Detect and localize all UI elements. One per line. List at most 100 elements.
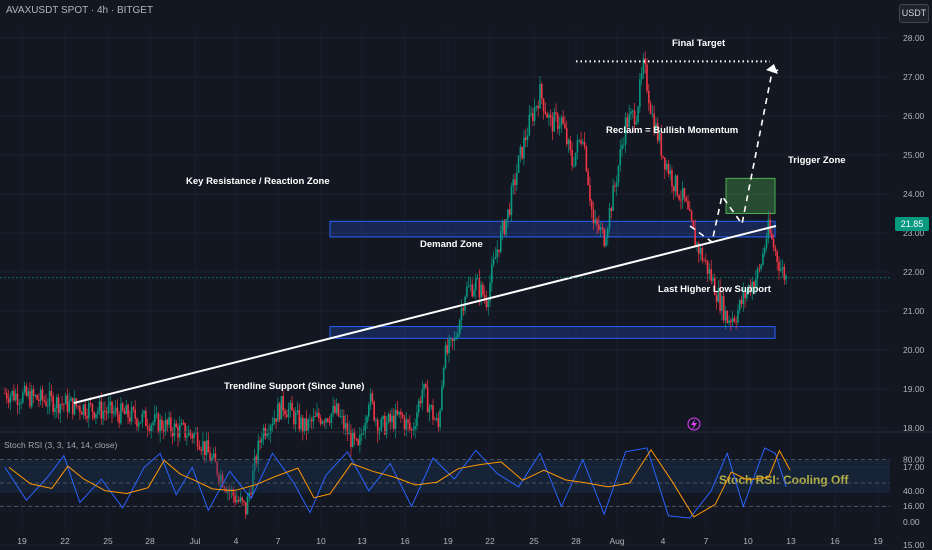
candle-body bbox=[724, 310, 727, 321]
candle-body bbox=[462, 308, 465, 311]
candle-body bbox=[715, 295, 718, 302]
candle-body bbox=[501, 221, 504, 232]
candle-body bbox=[450, 338, 452, 340]
candle-body bbox=[111, 401, 113, 414]
candle-body bbox=[728, 320, 730, 323]
candle-body bbox=[373, 401, 375, 421]
candle-body bbox=[303, 418, 306, 432]
candle-body bbox=[14, 393, 17, 401]
candle-body bbox=[7, 398, 10, 403]
candle-body bbox=[293, 410, 295, 425]
candle-body bbox=[148, 428, 151, 432]
annotation-label: Demand Zone bbox=[420, 239, 483, 250]
y-tick-label: 19.00 bbox=[903, 384, 925, 394]
candle-body bbox=[740, 300, 743, 305]
currency-button[interactable]: USDT bbox=[899, 4, 929, 23]
candle-body bbox=[266, 433, 268, 437]
candle-body bbox=[278, 403, 281, 420]
candle-body bbox=[9, 395, 12, 403]
candle-body bbox=[282, 396, 284, 411]
y-tick-label: 22.00 bbox=[903, 267, 925, 277]
candle-body bbox=[630, 111, 632, 114]
candle-body bbox=[196, 431, 199, 447]
candle-body bbox=[22, 392, 24, 403]
candle-body bbox=[722, 295, 725, 321]
candle-body bbox=[64, 395, 67, 405]
candle-body bbox=[560, 117, 563, 126]
candle-body bbox=[27, 391, 29, 396]
candle-body bbox=[36, 395, 38, 400]
candle-body bbox=[453, 338, 456, 342]
candle-body bbox=[726, 310, 729, 323]
candle-body bbox=[112, 411, 115, 414]
candle-body bbox=[426, 387, 429, 413]
candle-body bbox=[708, 269, 711, 274]
candle-body bbox=[52, 396, 54, 412]
candle-body bbox=[63, 404, 65, 406]
candle-body bbox=[88, 403, 90, 419]
candle-body bbox=[312, 416, 315, 422]
candle-body bbox=[359, 434, 361, 445]
candle-body bbox=[394, 409, 397, 429]
candle-body bbox=[409, 422, 411, 430]
candle-body bbox=[458, 320, 461, 334]
x-tick-label: 19 bbox=[17, 536, 27, 546]
candle-body bbox=[403, 417, 406, 430]
candle-body bbox=[605, 238, 607, 246]
candle-body bbox=[430, 405, 433, 407]
candle-body bbox=[662, 155, 664, 158]
candle-body bbox=[82, 404, 85, 415]
candle-body bbox=[660, 133, 663, 156]
candle-body bbox=[482, 284, 484, 295]
zone-box bbox=[725, 177, 776, 214]
x-tick-label: 16 bbox=[830, 536, 840, 546]
candle-body bbox=[596, 219, 598, 225]
candle-body bbox=[712, 278, 714, 281]
candle-body bbox=[198, 446, 201, 450]
candle-body bbox=[145, 410, 147, 427]
candle-body bbox=[18, 403, 21, 405]
candle-body bbox=[649, 103, 652, 114]
stoch-tick-label: 40.00 bbox=[903, 486, 925, 496]
x-tick-label: 22 bbox=[485, 536, 495, 546]
candle-body bbox=[357, 439, 359, 445]
candle-body bbox=[23, 386, 26, 393]
candle-body bbox=[530, 113, 532, 115]
candle-body bbox=[355, 438, 358, 440]
candle-body bbox=[100, 401, 103, 419]
candle-body bbox=[132, 407, 135, 410]
y-tick-label: 15.00 bbox=[903, 540, 925, 550]
candle-body bbox=[651, 113, 654, 115]
annotation-label: Trigger Zone bbox=[788, 155, 846, 166]
candle-body bbox=[689, 209, 691, 212]
x-tick-label: Aug bbox=[609, 536, 624, 546]
candle-body bbox=[608, 208, 611, 229]
candle-body bbox=[401, 414, 404, 418]
candle-body bbox=[307, 419, 309, 431]
candle-body bbox=[275, 418, 277, 422]
price-chart[interactable]: Final Target Reclaim = Bullish Momentum Tr… bbox=[0, 0, 932, 550]
candle-body bbox=[505, 219, 507, 235]
candle-body bbox=[173, 423, 176, 437]
candle-body bbox=[483, 294, 486, 299]
candle-body bbox=[433, 419, 436, 421]
candle-body bbox=[146, 426, 149, 429]
candle-body bbox=[571, 150, 573, 166]
current-price-tag: 21.85 bbox=[895, 217, 929, 231]
x-tick-label: 16 bbox=[400, 536, 410, 546]
annotation-label: Reclaim = Bullish Momentum bbox=[606, 125, 738, 136]
candle-body bbox=[334, 405, 336, 413]
candle-body bbox=[417, 400, 420, 413]
candle-body bbox=[277, 403, 279, 422]
candle-body bbox=[615, 182, 618, 187]
candle-body bbox=[392, 415, 395, 429]
candle-body bbox=[416, 412, 418, 427]
candle-body bbox=[375, 419, 377, 421]
candle-body bbox=[521, 146, 523, 159]
candle-body bbox=[186, 435, 188, 438]
candle-body bbox=[123, 410, 126, 415]
candle-body bbox=[476, 278, 479, 279]
candle-body bbox=[523, 137, 525, 159]
candle-body bbox=[41, 389, 44, 400]
candle-body bbox=[102, 410, 104, 419]
